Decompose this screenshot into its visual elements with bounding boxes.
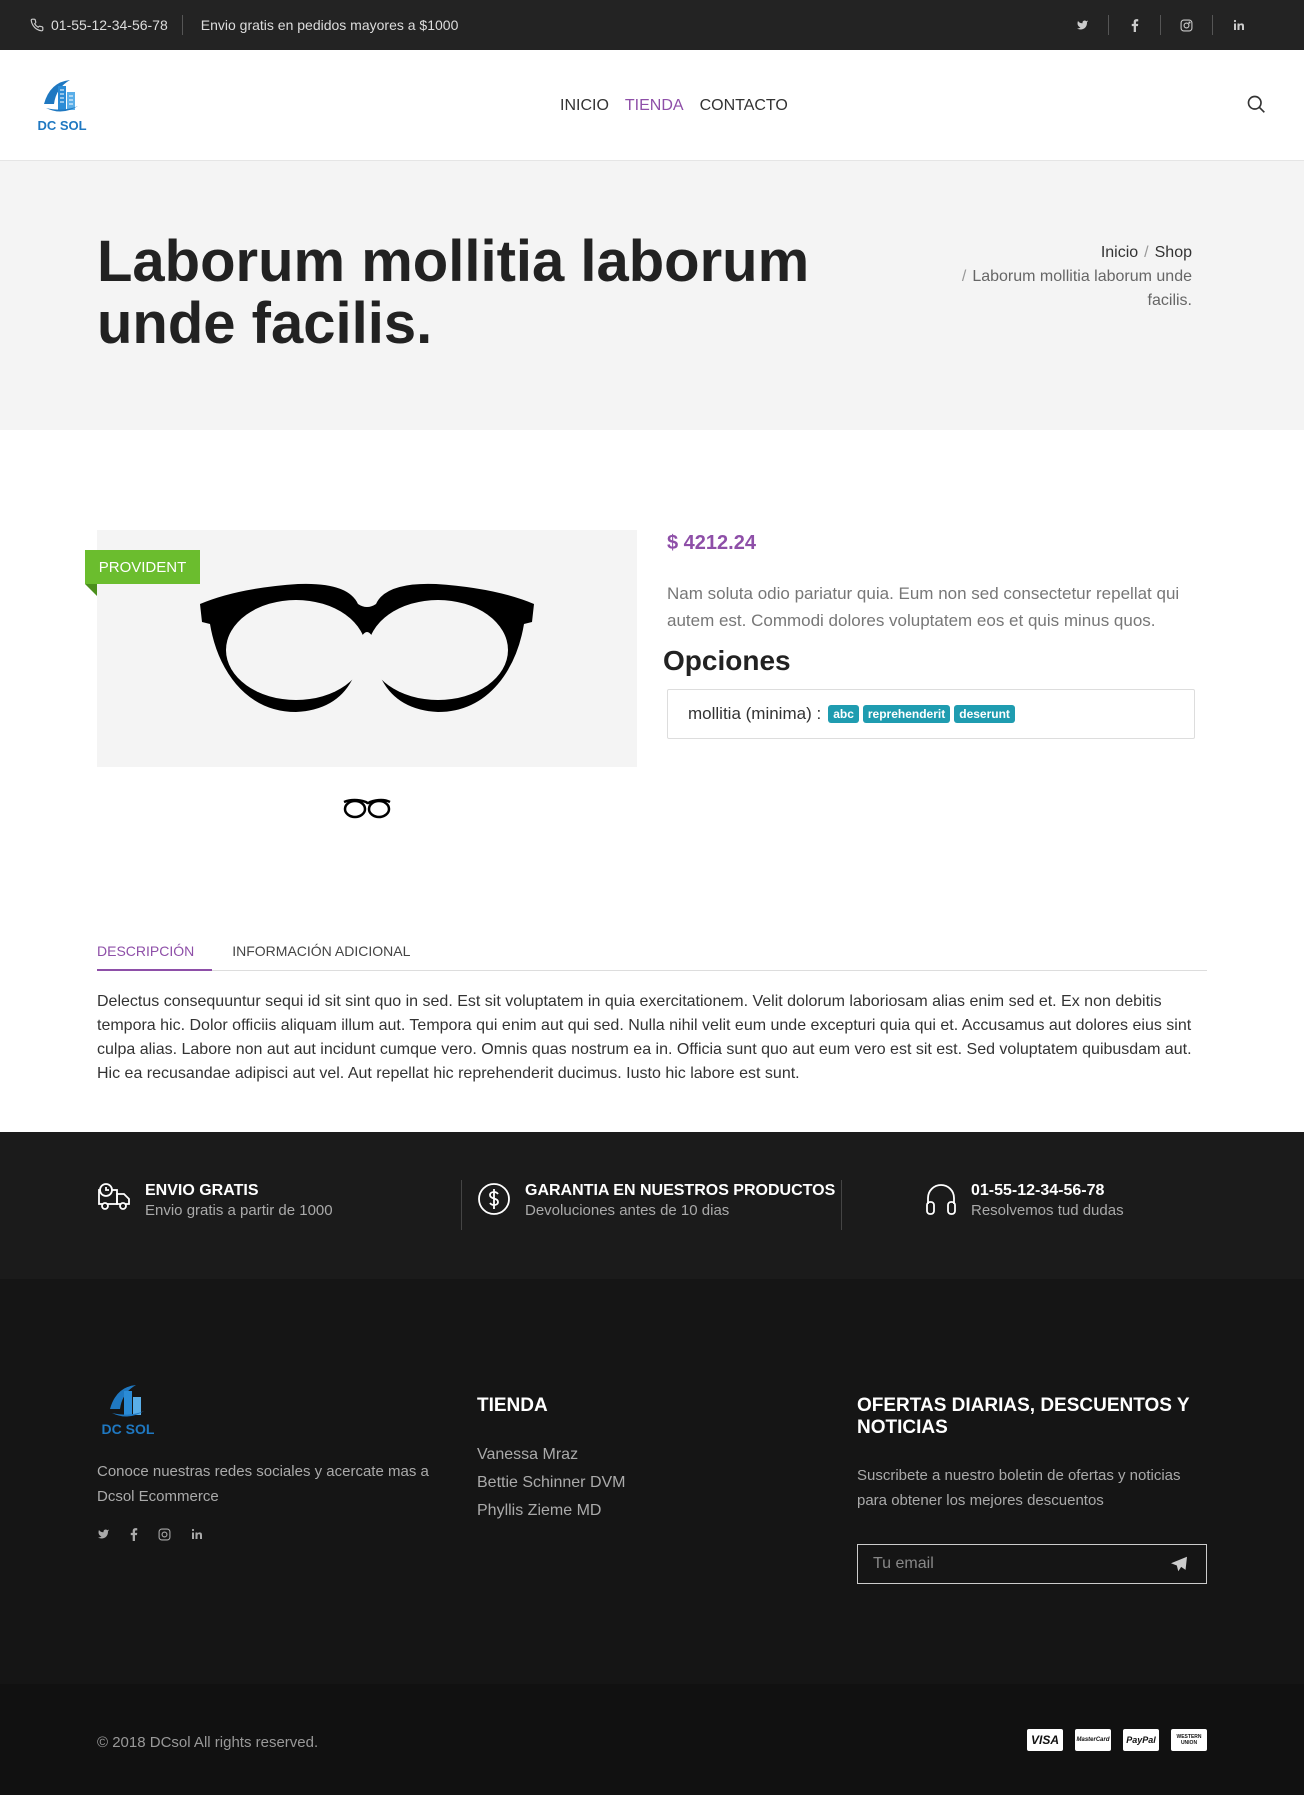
feature-support: 01-55-12-34-56-78 Resolvemos tud dudas <box>925 1182 1124 1219</box>
twitter-icon[interactable] <box>97 1528 110 1540</box>
email-placeholder: Tu email <box>873 1555 934 1572</box>
topbar-shipping-text: Envio gratis en pedidos mayores a $1000 <box>200 17 459 33</box>
breadcrumb-separator: / <box>1144 244 1149 261</box>
options-title: Opciones <box>663 645 791 676</box>
footer-shop-title: TIENDA <box>477 1395 548 1416</box>
western-union-icon: WESTERN UNION <box>1171 1729 1207 1751</box>
option-tag[interactable]: abc <box>828 705 859 723</box>
brand-badge: PROVIDENT <box>85 550 200 584</box>
feature-guarantee: GARANTIA EN NUESTROS PRODUCTOS Devolucio… <box>477 1182 835 1219</box>
linkedin-icon[interactable] <box>191 1528 203 1540</box>
nav-contacto[interactable]: CONTACTO <box>700 97 788 115</box>
feature-shipping: ENVIO GRATIS Envio gratis a partir de 10… <box>97 1182 333 1219</box>
headphones-icon <box>926 1184 956 1215</box>
main-header: DC SOL INICIO TIENDA CONTACTO <box>0 50 1304 161</box>
feature-title: ENVIO GRATIS <box>145 1182 259 1199</box>
footer-link[interactable]: Vanessa Mraz <box>477 1441 626 1469</box>
instagram-icon[interactable] <box>158 1528 171 1541</box>
option-label: mollitia (minima) : <box>688 704 822 723</box>
footer-social <box>97 1528 203 1541</box>
options-box: mollitia (minima) : abc reprehenderit de… <box>667 689 1195 739</box>
instagram-icon[interactable] <box>1160 15 1212 35</box>
facebook-icon[interactable] <box>1108 15 1160 35</box>
breadcrumb-current: Laborum mollitia laborum unde facilis. <box>972 268 1192 309</box>
copyright: © 2018 DCsol All rights reserved. <box>97 1734 319 1751</box>
page-title-section: Laborum mollitia laborum unde facilis. I… <box>0 161 1304 430</box>
footer-news-title: OFERTAS DIARIAS, DESCUENTOS Y NOTICIAS <box>857 1395 1190 1438</box>
newsletter-email-field[interactable]: Tu email <box>857 1544 1207 1584</box>
option-tag[interactable]: deserunt <box>954 705 1015 723</box>
feature-subtitle: Envio gratis a partir de 1000 <box>145 1202 333 1219</box>
top-bar: 01-55-12-34-56-78 Envio gratis en pedido… <box>0 0 1304 50</box>
footer-logo-text: DC SOL <box>101 1421 155 1437</box>
product-description: Nam soluta odio pariatur quia. Eum non s… <box>667 584 1180 630</box>
feature-subtitle: Resolvemos tud dudas <box>971 1202 1124 1219</box>
footer-logo[interactable]: DC SOL <box>97 1379 159 1443</box>
logo-building-icon <box>44 80 78 112</box>
badge-fold <box>85 584 97 596</box>
footer-about: Conoce nuestras redes sociales y acercat… <box>97 1463 429 1505</box>
footer: DC SOL Conoce nuestras redes sociales y … <box>0 1279 1304 1684</box>
feature-subtitle: Devoluciones antes de 10 dias <box>525 1202 730 1219</box>
logo-text: DC SOL <box>37 118 87 133</box>
linkedin-icon[interactable] <box>1212 15 1264 35</box>
twitter-icon[interactable] <box>1056 15 1108 35</box>
product-thumbnail[interactable] <box>342 796 392 820</box>
product-tabs: DESCRIPCIÓN INFORMACIÓN ADICIONAL <box>97 935 1207 971</box>
dollar-icon <box>478 1183 510 1215</box>
mastercard-icon: MasterCard <box>1075 1729 1111 1751</box>
topbar-phone: 01-55-12-34-56-78 <box>30 15 183 35</box>
bottom-bar: © 2018 DCsol All rights reserved. VISA M… <box>0 1684 1304 1795</box>
visa-icon: VISA <box>1027 1729 1063 1751</box>
feature-title: GARANTIA EN NUESTROS PRODUCTOS <box>525 1182 836 1199</box>
search-icon[interactable] <box>1246 94 1268 116</box>
breadcrumb-home[interactable]: Inicio <box>1101 244 1138 261</box>
product-price: $ 4212.24 <box>667 532 756 554</box>
phone-icon <box>30 18 44 32</box>
tab-informacion-adicional[interactable]: INFORMACIÓN ADICIONAL <box>232 935 410 971</box>
page-title: Laborum mollitia laborum unde facilis. <box>97 229 810 356</box>
features-strip: ENVIO GRATIS Envio gratis a partir de 10… <box>0 1132 1304 1279</box>
tab-descripcion[interactable]: DESCRIPCIÓN <box>97 935 213 971</box>
logo[interactable]: DC SOL <box>34 74 90 138</box>
option-tag[interactable]: reprehenderit <box>862 705 951 723</box>
breadcrumb-shop[interactable]: Shop <box>1155 244 1192 261</box>
feature-divider <box>461 1180 462 1230</box>
feature-title: 01-55-12-34-56-78 <box>971 1182 1105 1199</box>
product-image-glasses[interactable] <box>198 580 536 716</box>
send-icon[interactable] <box>1170 1556 1188 1572</box>
topbar-phone-text: 01-55-12-34-56-78 <box>51 17 168 33</box>
paypal-icon: PayPal <box>1123 1729 1159 1751</box>
truck-icon <box>98 1183 130 1210</box>
topbar-social <box>1056 0 1264 50</box>
payment-methods: VISA MasterCard PayPal WESTERN UNION <box>1027 1729 1207 1751</box>
nav-tienda[interactable]: TIENDA <box>625 97 684 115</box>
nav-inicio[interactable]: INICIO <box>560 97 609 115</box>
breadcrumb: Inicio / Shop / Laborum mollitia laborum un… <box>932 241 1192 313</box>
facebook-icon[interactable] <box>130 1528 138 1541</box>
footer-news-text: Suscribete a nuestro boletin de ofertas … <box>857 1467 1181 1509</box>
footer-link[interactable]: Bettie Schinner DVM <box>477 1469 626 1497</box>
feature-divider <box>841 1180 842 1230</box>
footer-shop-links: Vanessa Mraz Bettie Schinner DVM Phyllis… <box>477 1441 626 1525</box>
logo-building-icon <box>110 1385 144 1417</box>
breadcrumb-separator: / <box>961 268 967 285</box>
main-nav: INICIO TIENDA CONTACTO <box>560 50 788 161</box>
tab-content: Delectus consequuntur sequi id sit sint … <box>97 993 1192 1082</box>
footer-link[interactable]: Phyllis Zieme MD <box>477 1497 626 1525</box>
